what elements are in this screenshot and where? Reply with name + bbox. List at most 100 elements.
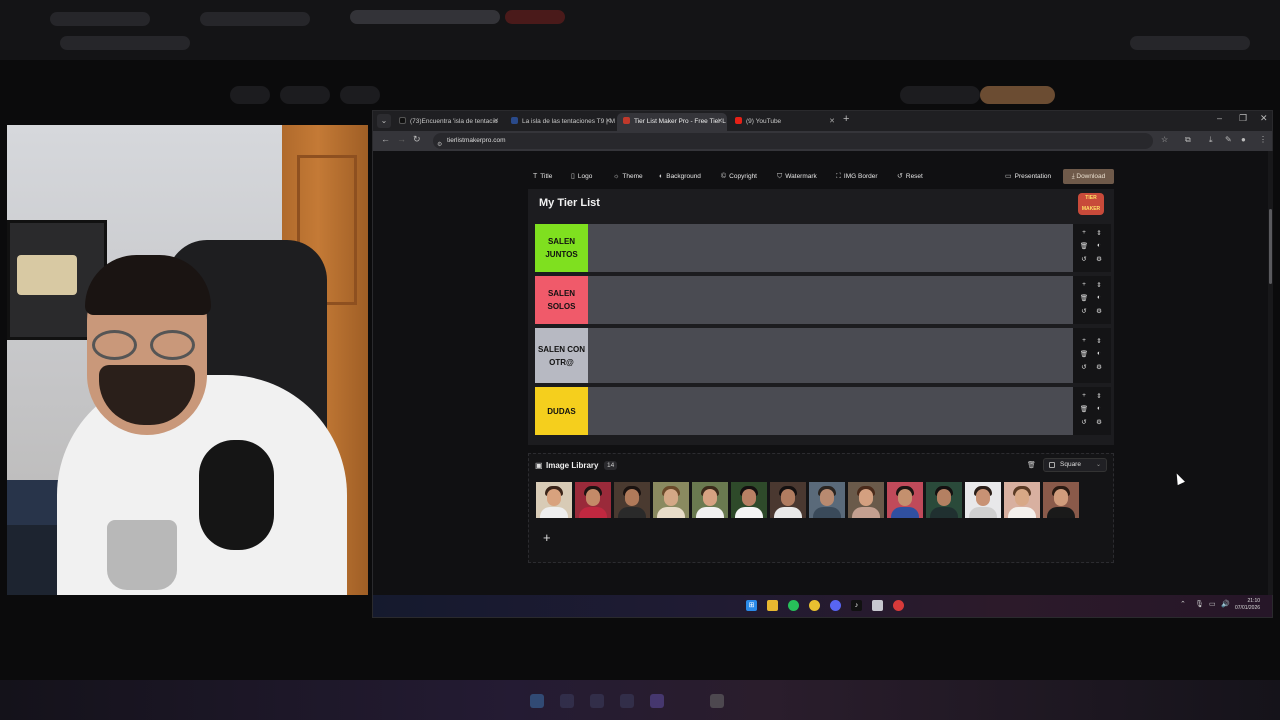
image-library-title: Image Library: [546, 461, 599, 470]
tab-tiktok[interactable]: (73)Encuentra 'isla de tentacio ✕: [393, 113, 503, 131]
app-icon[interactable]: [872, 600, 883, 611]
image-thumbnail[interactable]: [692, 482, 728, 518]
close-icon[interactable]: ✕: [493, 113, 499, 131]
extensions-icon[interactable]: ⧉: [1185, 135, 1191, 145]
reset-button[interactable]: ↺ Reset: [897, 169, 923, 185]
whatsapp-icon[interactable]: [788, 600, 799, 611]
move-icon[interactable]: ⇕: [1094, 281, 1104, 289]
page-scrollbar[interactable]: [1268, 151, 1273, 595]
windows-start-icon[interactable]: ⊞: [746, 600, 757, 611]
back-icon[interactable]: ←: [381, 134, 390, 144]
background-button[interactable]: ◐ Background: [659, 169, 701, 185]
image-thumbnail[interactable]: [926, 482, 962, 518]
image-thumbnail[interactable]: [887, 482, 923, 518]
theme-button[interactable]: ☼ Theme: [613, 169, 643, 185]
image-thumbnail[interactable]: [809, 482, 845, 518]
microphone-icon[interactable]: 🎙: [1195, 600, 1204, 608]
watermark-button[interactable]: ⛉ Watermark: [777, 169, 817, 185]
tier-row[interactable]: DUDAS: [535, 387, 1073, 435]
trash-icon[interactable]: 🗑: [1079, 405, 1089, 413]
tier-controls: + ⇕ 🗑 ◐ ↺ ⚙: [1073, 387, 1111, 435]
new-tab-button[interactable]: +: [843, 113, 849, 125]
title-button[interactable]: T Title: [533, 169, 552, 185]
tier-row[interactable]: SALEN JUNTOS: [535, 224, 1073, 272]
gear-icon[interactable]: ⚙: [1094, 363, 1104, 371]
add-image-button[interactable]: +: [543, 530, 551, 545]
tier-row[interactable]: SALEN SOLOS: [535, 276, 1073, 324]
reload-icon[interactable]: ↻: [413, 134, 421, 145]
move-icon[interactable]: ⇕: [1094, 392, 1104, 400]
tier-label[interactable]: SALEN JUNTOS: [535, 224, 588, 272]
volume-icon[interactable]: 🔊: [1221, 600, 1230, 608]
add-icon[interactable]: +: [1079, 337, 1089, 344]
download-button[interactable]: ⤓ Download: [1063, 169, 1114, 184]
maximize-button[interactable]: ❐: [1239, 113, 1247, 124]
close-icon[interactable]: ✕: [829, 113, 835, 131]
tier-row[interactable]: SALEN CON OTR@: [535, 328, 1073, 383]
presentation-button[interactable]: ▭ Presentation: [1005, 169, 1051, 185]
tab-tierlist[interactable]: Tier List Maker Pro - Free Tier L ✕: [617, 113, 727, 131]
tier-label[interactable]: DUDAS: [535, 387, 588, 435]
tab-search-button[interactable]: ⌄: [377, 114, 391, 128]
gear-icon[interactable]: ⚙: [1094, 307, 1104, 315]
tab-isla[interactable]: La isla de las tentaciones T9 | M ✕: [505, 113, 615, 131]
url-field[interactable]: ⚙ tierlistmakerpro.com: [433, 133, 1153, 149]
image-thumbnail[interactable]: [1004, 482, 1040, 518]
add-icon[interactable]: +: [1079, 281, 1089, 288]
forward-icon[interactable]: →: [397, 134, 406, 144]
add-icon[interactable]: +: [1079, 392, 1089, 399]
bookmark-star-icon[interactable]: ☆: [1161, 135, 1168, 144]
img-border-button[interactable]: ⛶ IMG Border: [836, 169, 878, 185]
trash-icon[interactable]: 🗑: [1027, 461, 1036, 469]
menu-icon[interactable]: ⋮: [1259, 135, 1267, 144]
copyright-button[interactable]: © Copyright: [721, 169, 757, 185]
logo-button[interactable]: ▯ Logo: [571, 169, 592, 185]
reset-icon[interactable]: ↺: [1079, 307, 1089, 315]
add-icon[interactable]: +: [1079, 229, 1089, 236]
minimize-button[interactable]: –: [1217, 113, 1222, 123]
app-icon[interactable]: [893, 600, 904, 611]
image-thumbnail[interactable]: [965, 482, 1001, 518]
tiktok-icon[interactable]: ♪: [851, 600, 862, 611]
system-clock[interactable]: 21:10 07/01/2026: [1235, 598, 1260, 612]
palette-icon[interactable]: ◐: [1094, 350, 1104, 357]
close-icon[interactable]: ✕: [605, 113, 611, 131]
tier-label[interactable]: SALEN SOLOS: [535, 276, 588, 324]
trash-icon[interactable]: 🗑: [1079, 294, 1089, 302]
close-window-button[interactable]: ✕: [1260, 113, 1268, 124]
chrome-icon[interactable]: [809, 600, 820, 611]
reset-icon[interactable]: ↺: [1079, 418, 1089, 426]
page-content: T Title ▯ Logo ☼ Theme ◐ Background © Copyrig…: [373, 151, 1268, 595]
reset-icon[interactable]: ↺: [1079, 255, 1089, 263]
move-icon[interactable]: ⇕: [1094, 337, 1104, 345]
tab-youtube[interactable]: (9) YouTube ✕: [729, 113, 839, 131]
discord-icon[interactable]: [830, 600, 841, 611]
image-thumbnail[interactable]: [575, 482, 611, 518]
palette-icon[interactable]: ◐: [1094, 405, 1104, 412]
profile-icon[interactable]: ●: [1241, 135, 1246, 144]
file-explorer-icon[interactable]: [767, 600, 778, 611]
image-thumbnail[interactable]: [770, 482, 806, 518]
close-icon[interactable]: ✕: [717, 113, 723, 131]
shape-select[interactable]: Square ⌄: [1043, 458, 1107, 472]
download-icon[interactable]: ⤓: [1209, 135, 1213, 145]
image-thumbnail[interactable]: [1043, 482, 1079, 518]
gear-icon[interactable]: ⚙: [1094, 418, 1104, 426]
gear-icon[interactable]: ⚙: [1094, 255, 1104, 263]
trash-icon[interactable]: 🗑: [1079, 350, 1089, 358]
palette-icon[interactable]: ◐: [1094, 242, 1104, 249]
image-thumbnail[interactable]: [536, 482, 572, 518]
image-thumbnail[interactable]: [848, 482, 884, 518]
image-thumbnail[interactable]: [653, 482, 689, 518]
chevron-up-icon[interactable]: ⌃: [1180, 600, 1186, 608]
tier-label[interactable]: SALEN CON OTR@: [535, 328, 588, 383]
move-icon[interactable]: ⇕: [1094, 229, 1104, 237]
trash-icon[interactable]: 🗑: [1079, 242, 1089, 250]
extension-icon[interactable]: ✎: [1225, 135, 1232, 144]
tier-list-title[interactable]: My Tier List: [539, 197, 600, 209]
image-thumbnail[interactable]: [731, 482, 767, 518]
palette-icon[interactable]: ◐: [1094, 294, 1104, 301]
image-thumbnail[interactable]: [614, 482, 650, 518]
network-icon[interactable]: ▭: [1209, 600, 1216, 608]
reset-icon[interactable]: ↺: [1079, 363, 1089, 371]
